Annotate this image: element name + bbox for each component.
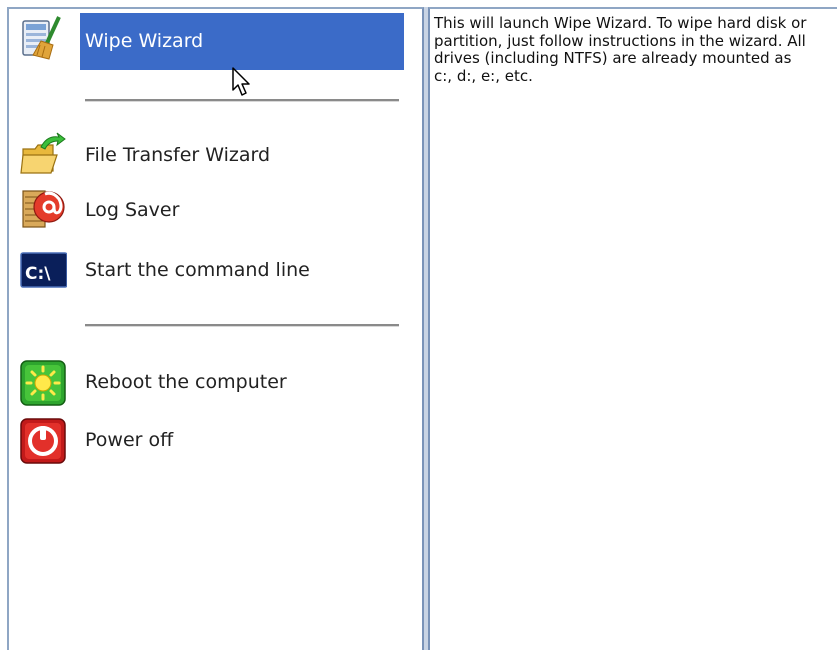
menu-item-file-transfer-wizard[interactable]: File Transfer Wizard	[9, 131, 419, 187]
log-saver-icon	[19, 185, 67, 233]
menu-label-file-transfer-wizard: File Transfer Wizard	[85, 144, 271, 166]
power-off-icon	[19, 417, 67, 465]
separator-2	[85, 324, 399, 327]
menu-label-log-saver: Log Saver	[85, 199, 180, 221]
separator-1	[85, 99, 399, 102]
menu-label-reboot: Reboot the computer	[85, 371, 287, 393]
menu-item-reboot[interactable]: Reboot the computer	[9, 357, 419, 413]
description-pane: This will launch Wipe Wizard. To wipe ha…	[428, 7, 837, 650]
mouse-cursor-icon	[231, 66, 253, 98]
reboot-icon	[19, 359, 67, 407]
wizard-menu-screen: Wipe Wizard File Transfer Wizard Log Sav…	[0, 0, 837, 650]
menu-item-power-off[interactable]: Power off	[9, 415, 419, 471]
svg-text:C:\: C:\	[25, 264, 51, 284]
menu-label-wipe-wizard: Wipe Wizard	[85, 30, 204, 52]
folder-transfer-icon	[19, 131, 67, 179]
wipe-wizard-icon	[19, 15, 67, 63]
menu-item-command-line[interactable]: C:\ Start the command line	[9, 245, 419, 301]
menu-label-power-off: Power off	[85, 429, 174, 451]
menu-label-command-line: Start the command line	[85, 259, 310, 281]
menu-item-log-saver[interactable]: Log Saver	[9, 185, 419, 241]
actions-list-pane: Wipe Wizard File Transfer Wizard Log Sav…	[7, 7, 424, 650]
menu-item-wipe-wizard[interactable]: Wipe Wizard	[9, 9, 419, 70]
description-text: This will launch Wipe Wizard. To wipe ha…	[434, 14, 807, 85]
command-line-icon: C:\	[19, 247, 68, 295]
